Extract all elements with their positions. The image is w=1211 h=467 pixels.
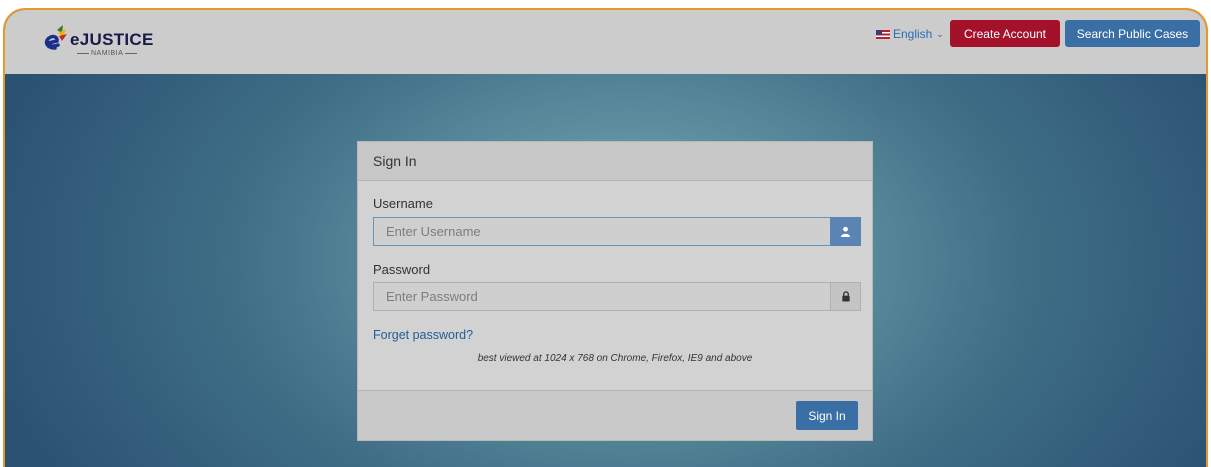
language-label: English xyxy=(893,27,933,41)
us-flag-icon xyxy=(876,29,890,39)
password-label: Password xyxy=(373,262,431,277)
chevron-down-icon: ⌄ xyxy=(936,28,944,39)
create-account-button[interactable]: Create Account xyxy=(950,20,1060,47)
language-selector[interactable]: English ⌄ xyxy=(876,25,944,43)
top-navbar: eJUSTICE NAMIBIA English ⌄ Create Accoun… xyxy=(5,10,1206,74)
sign-in-footer: Sign In xyxy=(358,390,872,440)
browser-note: best viewed at 1024 x 768 on Chrome, Fir… xyxy=(477,353,753,364)
username-group xyxy=(373,217,861,246)
sign-in-button[interactable]: Sign In xyxy=(796,401,858,430)
password-input[interactable] xyxy=(373,282,830,311)
sign-in-title: Sign In xyxy=(358,142,872,181)
logo-subtext: NAMIBIA xyxy=(75,50,139,57)
forgot-password-link[interactable]: Forget password? xyxy=(373,328,473,342)
app-frame: eJUSTICE NAMIBIA English ⌄ Create Accoun… xyxy=(3,8,1208,467)
sign-in-panel: Sign In Username Password Forget passwor… xyxy=(357,141,873,441)
user-icon xyxy=(830,217,861,246)
username-label: Username xyxy=(373,196,433,211)
logo-text: eJUSTICE xyxy=(70,30,154,49)
ejustice-emblem-icon xyxy=(44,25,67,50)
ejustice-logo[interactable]: eJUSTICE NAMIBIA xyxy=(41,24,161,64)
search-public-cases-button[interactable]: Search Public Cases xyxy=(1065,20,1200,47)
password-group xyxy=(373,282,861,311)
lock-icon xyxy=(830,282,861,311)
username-input[interactable] xyxy=(373,217,830,246)
